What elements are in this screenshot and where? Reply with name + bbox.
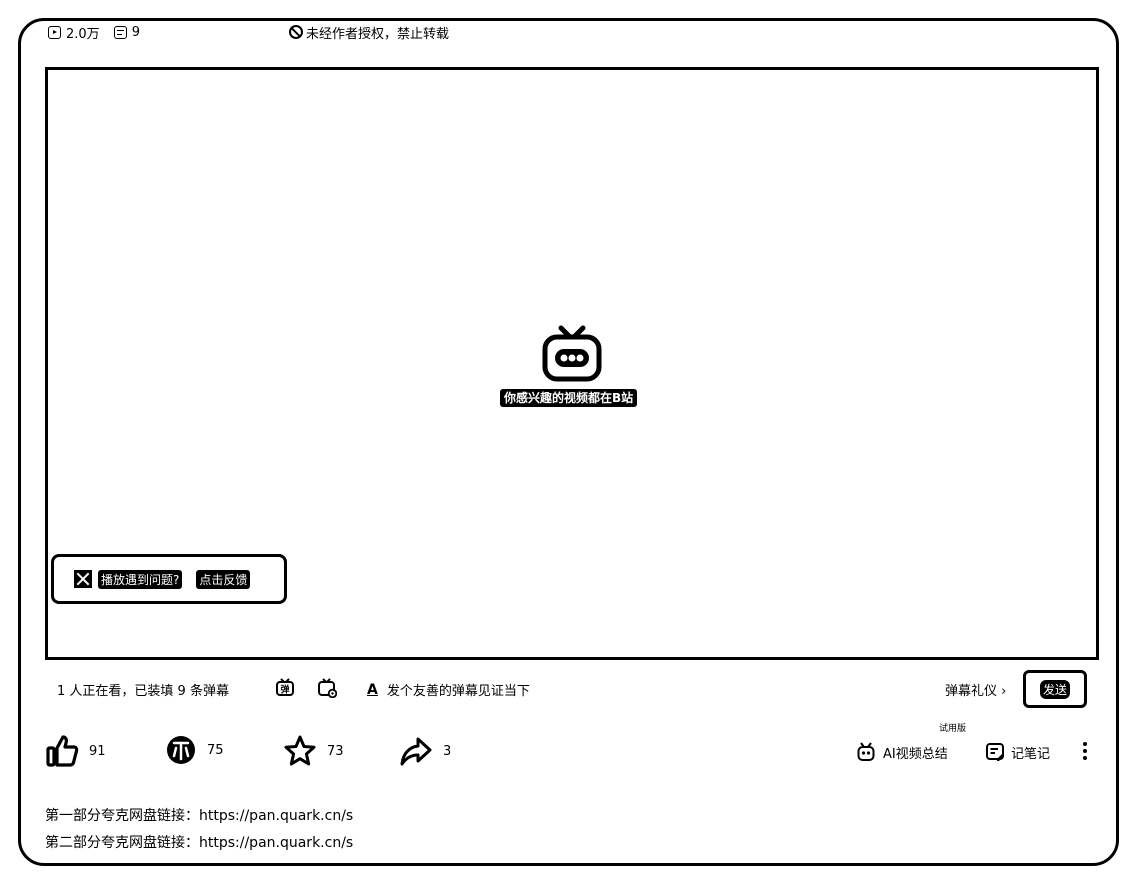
danmaku-bar: 1 人正在看，已装填 9 条弹幕 弹 A 发个友善的弹幕见证当下 弹幕礼仪 › … [45,668,1099,708]
like-button[interactable]: 91 [45,734,106,768]
close-icon[interactable] [74,570,92,588]
ai-trial-badge: 试用版 [939,724,967,734]
play-count-icon [48,25,61,39]
views-count: 2.0万 [66,26,100,42]
video-stats: 2.0万 9 [48,23,140,42]
text-style-icon[interactable]: A [367,682,378,698]
feedback-link[interactable]: 点击反馈 [196,569,251,589]
share-button[interactable]: 3 [399,734,451,768]
playback-feedback-popup: 播放遇到问题? 点击反馈 [51,554,287,604]
bilibili-tv-icon [542,325,602,382]
views-stat: 2.0万 [48,23,100,42]
copyright-text: 未经作者授权，禁止转载 [306,26,450,42]
danmaku-input-placeholder: 发个友善的弹幕见证当下 [386,684,530,699]
danmaku-count-icon [113,25,127,39]
more-icon[interactable] [1081,742,1089,762]
share-count: 3 [443,743,452,759]
copyright-notice: 未经作者授权，禁止转载 [289,23,450,42]
danmaku-toggle-icon[interactable]: 弹 [275,678,295,698]
favorite-count: 73 [327,743,344,759]
danmaku-stat: 9 [113,24,140,40]
viewer-count-text: 1 人正在看，已装填 9 条弹幕 [57,684,229,699]
danmaku-total: 9 [131,24,140,40]
video-description: 第一部分夸克网盘链接：https://pan.quark.cn/s 第二部分夸克… [45,803,353,857]
share-icon [400,737,432,766]
action-toolbar: 91 75 73 3 试用版 AI视频总结 记笔记 [45,724,1099,778]
danmaku-settings-icon[interactable] [317,678,337,698]
coin-icon [167,736,195,764]
send-danmaku-button[interactable]: 发送 [1023,670,1087,708]
like-count: 91 [89,743,106,759]
send-label: 发送 [1039,679,1070,699]
danmaku-input[interactable]: A 发个友善的弹幕见证当下 [367,680,530,700]
like-icon [46,735,79,767]
note-icon [986,743,1004,761]
no-repost-icon [289,25,303,39]
svg-text:弹: 弹 [280,684,289,696]
note-label: 记笔记 [1011,746,1051,762]
favorite-button[interactable]: 73 [283,734,344,768]
description-line-2: 第二部分夸克网盘链接：https://pan.quark.cn/s [45,835,354,851]
coin-count: 75 [207,742,224,758]
description-line-1: 第一部分夸克网盘链接：https://pan.quark.cn/s [45,808,354,824]
take-note-button[interactable]: 记笔记 [985,742,1050,762]
ai-summary-button[interactable]: AI视频总结 [857,742,948,762]
feedback-question: 播放遇到问题? [98,569,183,589]
danmaku-etiquette-link[interactable]: 弹幕礼仪 › [945,680,1006,699]
coin-button[interactable]: 75 [165,734,224,766]
favorite-icon [284,735,316,766]
player-placeholder-caption: 你感兴趣的视频都在B站 [500,389,638,407]
ai-robot-icon [857,742,875,761]
ai-summary-label: AI视频总结 [883,746,948,762]
